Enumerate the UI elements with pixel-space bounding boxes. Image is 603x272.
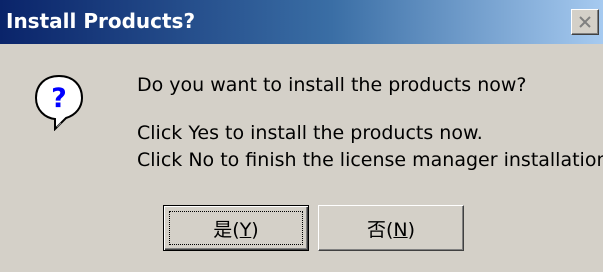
window-title: Install Products? <box>6 9 196 33</box>
focus-rectangle <box>169 211 303 245</box>
no-button-label: 否(N) <box>366 218 416 241</box>
close-icon <box>579 16 591 28</box>
close-button[interactable] <box>571 9 599 35</box>
svg-text:?: ? <box>51 83 67 114</box>
yes-instruction-text: Click Yes to install the products now. <box>137 122 483 144</box>
install-products-dialog: Install Products? ? Do you want to insta… <box>0 0 603 272</box>
question-text: Do you want to install the products now? <box>137 74 527 96</box>
no-instruction-text: Click No to finish the license manager i… <box>137 149 603 171</box>
question-icon: ? <box>34 74 84 131</box>
no-button[interactable]: 否(N) <box>318 205 464 251</box>
title-bar[interactable]: Install Products? <box>0 0 603 44</box>
yes-button[interactable]: 是(Y) <box>163 205 309 251</box>
